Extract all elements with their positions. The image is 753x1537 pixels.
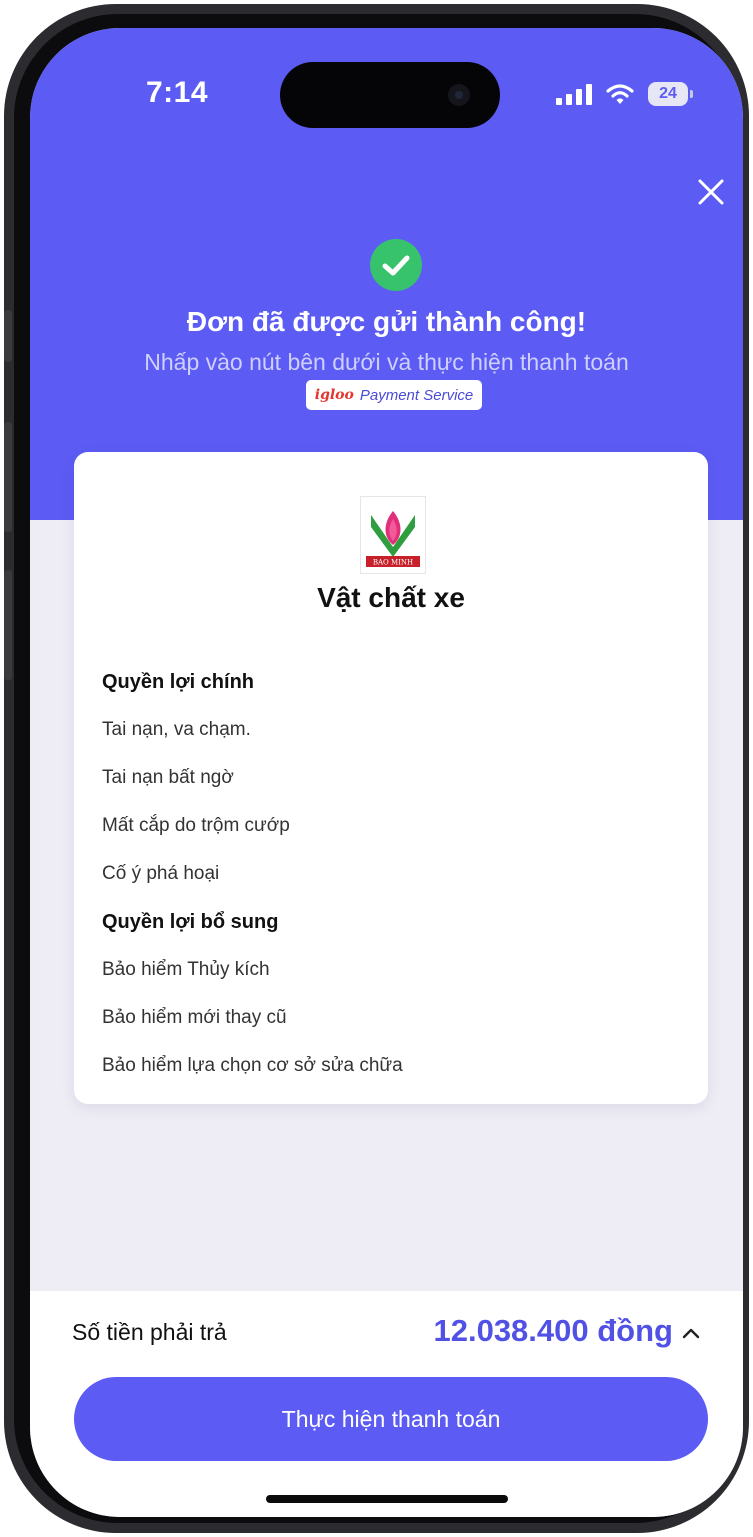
payment-service-badge: igloo Payment Service <box>306 380 482 410</box>
payment-service-label: Payment Service <box>359 386 474 404</box>
volume-up-button <box>4 422 12 532</box>
hero-header: 7:14 24 Đơn đã được gửi thành công! Nhấp… <box>30 28 743 520</box>
volume-down-button <box>4 570 12 680</box>
card-title: Vật chất xe <box>317 582 465 613</box>
status-time: 7:14 <box>146 76 209 109</box>
benefit-item: Tai nạn bất ngờ <box>102 767 234 788</box>
battery-icon: 24 <box>648 82 693 106</box>
wifi-icon <box>606 84 634 104</box>
action-button <box>4 310 12 362</box>
status-bar: 7:14 24 <box>30 62 743 128</box>
amount-value: 12.038.400 đồng <box>433 1313 673 1348</box>
pay-button[interactable]: Thực hiện thanh toán <box>74 1377 708 1461</box>
amount-label: Số tiền phải trả <box>72 1319 227 1345</box>
insurance-card: BAO MINH Vật chất xe Quyền lợi chính Tai… <box>74 452 708 1104</box>
success-check-icon <box>370 239 422 291</box>
bao-minh-logo: BAO MINH <box>360 496 426 574</box>
success-subtitle: Nhấp vào nút bên dưới và thực hiện thanh… <box>144 349 629 375</box>
phone-frame: 7:14 24 Đơn đã được gửi thành công! Nhấp… <box>4 4 749 1533</box>
status-icons: 24 <box>556 82 693 106</box>
success-title: Đơn đã được gửi thành công! <box>186 306 587 337</box>
home-indicator <box>266 1495 508 1503</box>
benefit-item: Mất cắp do trộm cướp <box>102 815 290 836</box>
igloo-logo: igloo <box>314 387 354 403</box>
signal-icon <box>556 83 592 105</box>
dynamic-island <box>280 62 500 128</box>
close-icon[interactable] <box>693 174 729 210</box>
section-heading-main-benefits: Quyền lợi chính <box>102 671 255 693</box>
payment-footer: Số tiền phải trả 12.038.400 đồng Thực hi… <box>30 1290 743 1517</box>
benefit-item: Tai nạn, va chạm. <box>102 719 251 740</box>
benefit-item: Bảo hiểm mới thay cũ <box>102 1007 287 1028</box>
app-screen: 7:14 24 Đơn đã được gửi thành công! Nhấp… <box>30 28 743 1517</box>
camera-icon <box>448 84 470 106</box>
logo-text: BAO MINH <box>373 559 413 567</box>
section-heading-extra-benefits: Quyền lợi bổ sung <box>102 911 279 933</box>
benefits-list: Quyền lợi chính Tai nạn, va chạm. Tai nạ… <box>102 658 688 1090</box>
benefit-item: Bảo hiểm Thủy kích <box>102 959 270 980</box>
chevron-up-icon[interactable] <box>679 1321 703 1345</box>
benefit-item: Cố ý phá hoại <box>102 863 220 884</box>
benefit-item: Bảo hiểm lựa chọn cơ sở sửa chữa <box>102 1055 403 1076</box>
